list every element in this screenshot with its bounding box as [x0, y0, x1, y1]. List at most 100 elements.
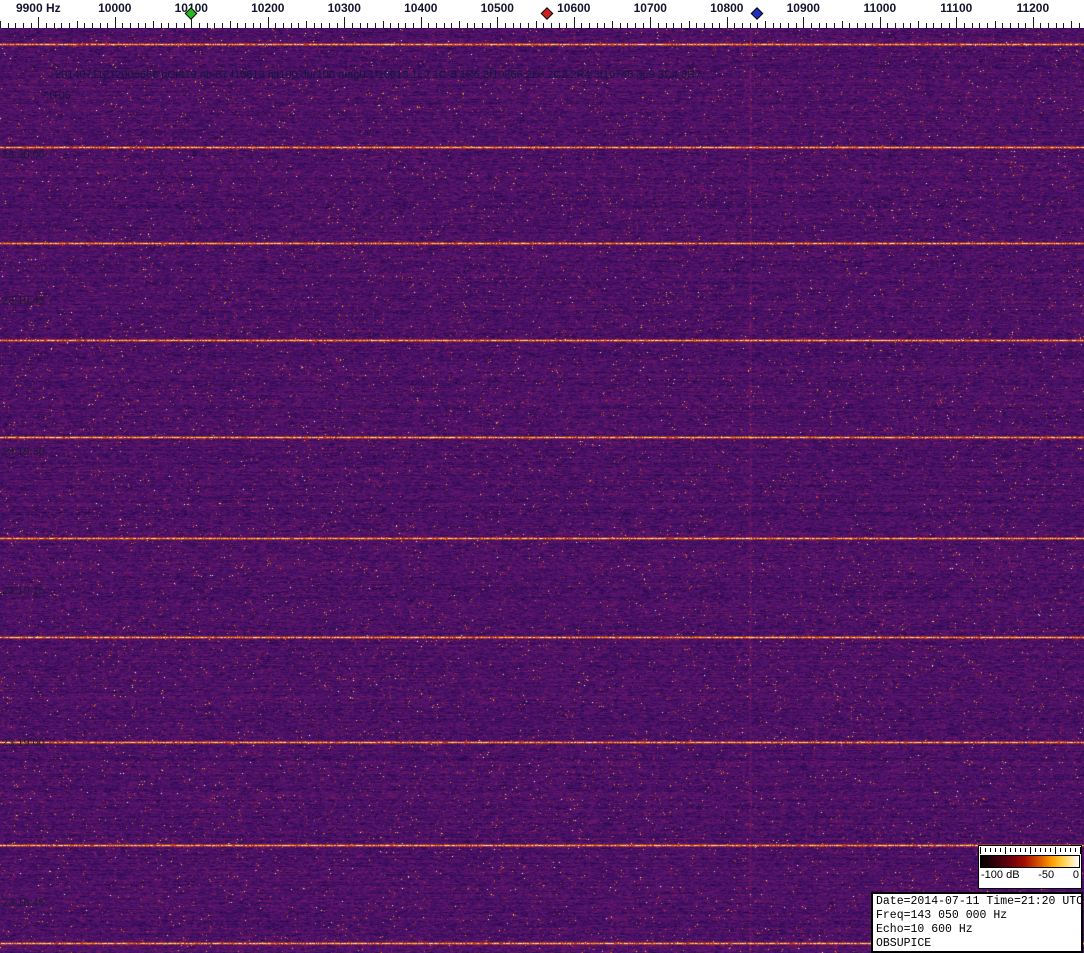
ruler-tick	[818, 23, 820, 28]
ruler-tick	[581, 23, 583, 28]
ruler-tick	[986, 23, 988, 28]
ruler-tick	[68, 23, 70, 28]
ruler-tick	[680, 23, 682, 28]
ruler-tick	[1063, 23, 1065, 28]
ruler-tick	[1071, 21, 1072, 28]
ruler-frequency-label: 11100	[940, 1, 973, 15]
colorbar-tick	[1000, 848, 1001, 852]
ruler-tick	[948, 23, 950, 28]
ruler-tick	[627, 23, 629, 28]
colorbar-tick	[990, 848, 991, 852]
info-frequency: Freq=143 050 000 Hz	[876, 909, 1008, 922]
ruler-tick	[397, 23, 399, 28]
ruler-tick	[168, 23, 170, 28]
info-echo-frequency: Echo=10 600 Hz	[876, 923, 973, 936]
ruler-tick	[290, 23, 292, 28]
ruler-tick	[145, 23, 147, 28]
cursor-info-text: ^t+05	[44, 90, 71, 102]
colorbar-tick	[1080, 847, 1081, 854]
ruler-tick	[38, 17, 40, 28]
ruler-frequency-label: 10400	[404, 1, 438, 15]
ruler-tick	[53, 23, 55, 28]
ruler-tick	[788, 23, 789, 28]
ruler-tick	[122, 23, 124, 28]
ruler-tick	[803, 17, 805, 28]
ruler-tick	[642, 23, 644, 28]
ruler-tick	[489, 23, 491, 28]
ruler-tick	[673, 23, 675, 28]
ruler-tick	[895, 23, 897, 28]
ruler-tick	[413, 23, 415, 28]
colorbar-tick	[1010, 848, 1011, 852]
ruler-tick	[481, 23, 483, 28]
colorbar-label-max: 0	[1072, 869, 1079, 881]
detection-info-text: 20140711212005668 hCnt19 nb-87 f10613 hi…	[55, 69, 702, 81]
ruler-tick	[22, 23, 24, 28]
ruler-tick	[344, 17, 346, 28]
ruler-tick	[703, 23, 705, 28]
ruler-tick	[757, 23, 759, 28]
ruler-tick	[849, 23, 851, 28]
ruler-tick	[941, 23, 942, 28]
ruler-tick	[1002, 23, 1004, 28]
ruler-tick	[979, 23, 981, 28]
ruler-tick	[918, 21, 919, 28]
ruler-tick	[405, 23, 407, 28]
ruler-tick	[198, 23, 200, 28]
ruler-tick	[359, 23, 361, 28]
ruler-tick	[780, 23, 782, 28]
ruler-tick	[872, 23, 874, 28]
ruler-tick	[535, 21, 537, 28]
observation-info-box: Date=2014-07-11 Time=21:20 UTC Freq=143 …	[871, 892, 1083, 953]
ruler-tick	[321, 23, 323, 28]
ruler-tick	[810, 23, 812, 28]
ruler-tick	[635, 23, 636, 28]
ruler-tick	[237, 23, 239, 28]
ruler-tick	[351, 23, 353, 28]
ruler-tick	[566, 23, 568, 28]
ruler-tick	[902, 23, 904, 28]
ruler-tick	[206, 23, 208, 28]
red-diamond-marker[interactable]	[540, 7, 554, 20]
ruler-frequency-label: 10200	[251, 1, 285, 15]
colorbar-label-min: -100 dB	[981, 869, 1020, 881]
ruler-tick	[1078, 23, 1080, 28]
ruler-tick	[252, 23, 254, 28]
ruler-tick	[459, 21, 460, 28]
ruler-tick	[1009, 23, 1011, 28]
ruler-tick	[443, 23, 445, 28]
colorbar-tick	[1045, 848, 1046, 852]
ruler-tick	[7, 23, 9, 28]
ruler-tick	[665, 23, 667, 28]
ruler-tick	[520, 23, 522, 28]
ruler-tick	[313, 23, 315, 28]
ruler-tick	[650, 17, 652, 28]
ruler-tick	[879, 17, 881, 28]
colorbar-tick	[1060, 848, 1061, 852]
ruler-tick	[994, 21, 996, 28]
ruler-tick	[45, 23, 47, 28]
ruler-tick	[298, 23, 300, 28]
ruler-tick	[688, 21, 690, 28]
colorbar-tick	[1065, 848, 1066, 852]
ruler-frequency-label: 10800	[710, 1, 744, 15]
ruler-frequency-label: 10900	[786, 1, 820, 15]
blue-diamond-marker[interactable]	[751, 7, 764, 20]
ruler-tick	[573, 17, 575, 28]
ruler-tick	[390, 23, 392, 28]
ruler-tick	[267, 17, 269, 28]
ruler-frequency-label: 10600	[557, 1, 591, 15]
colorbar-tick	[985, 848, 986, 852]
spectrogram-canvas[interactable]	[0, 28, 1084, 953]
ruler-tick	[30, 23, 32, 28]
ruler-tick	[160, 23, 162, 28]
ruler-tick	[734, 23, 736, 28]
ruler-tick	[543, 23, 545, 28]
ruler-tick	[933, 23, 935, 28]
ruler-frequency-label: 10500	[480, 1, 514, 15]
colorbar-tick	[1070, 848, 1071, 852]
ruler-tick	[497, 17, 499, 28]
colorbar-tick	[1075, 848, 1076, 852]
ruler-tick	[0, 21, 1, 28]
ruler-frequency-label: 11000	[863, 1, 897, 15]
